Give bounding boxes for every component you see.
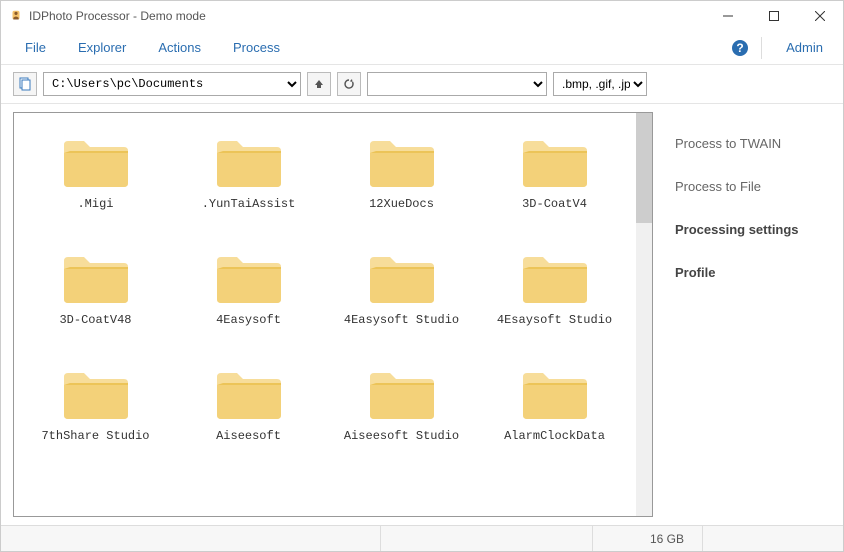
folder-item[interactable]: AlarmClockData — [483, 361, 626, 447]
folder-icon — [366, 249, 438, 307]
menu-process[interactable]: Process — [217, 32, 296, 63]
folder-icon — [213, 133, 285, 191]
folder-item[interactable]: 4Easysoft Studio — [330, 245, 473, 331]
menu-admin[interactable]: Admin — [774, 32, 835, 63]
maximize-button[interactable] — [751, 1, 797, 31]
documents-icon[interactable] — [13, 72, 37, 96]
window-title: IDPhoto Processor - Demo mode — [29, 9, 705, 23]
folder-label: Aiseesoft Studio — [344, 429, 459, 443]
folder-icon — [60, 365, 132, 423]
side-profile[interactable]: Profile — [669, 251, 831, 294]
toolbar: C:\Users\pc\Documents .bmp, .gif, .jpg — [1, 65, 843, 103]
titlebar: IDPhoto Processor - Demo mode — [1, 1, 843, 31]
folder-item[interactable]: 3D-CoatV48 — [24, 245, 167, 331]
folder-icon — [366, 133, 438, 191]
app-icon — [9, 9, 23, 23]
folder-icon — [213, 249, 285, 307]
status-segment-4 — [703, 526, 843, 551]
side-panel: Process to TWAIN Process to File Process… — [657, 104, 843, 525]
menu-explorer[interactable]: Explorer — [62, 32, 142, 63]
statusbar: 16 GB — [1, 525, 843, 551]
folder-label: AlarmClockData — [504, 429, 605, 443]
status-segment-2 — [381, 526, 593, 551]
folder-label: .YunTaiAssist — [202, 197, 296, 211]
divider — [761, 37, 762, 59]
folder-item[interactable]: 4Easysoft — [177, 245, 320, 331]
folder-icon — [213, 365, 285, 423]
side-processing-settings[interactable]: Processing settings — [669, 208, 831, 251]
folder-icon — [60, 133, 132, 191]
folder-label: 4Esaysoft Studio — [497, 313, 612, 327]
folder-item[interactable]: Aiseesoft — [177, 361, 320, 447]
svg-text:?: ? — [736, 41, 743, 55]
folder-label: 7thShare Studio — [41, 429, 149, 443]
explorer-panel: .Migi .YunTaiAssist 12XueDocs 3D-CoatV4 3D-C… — [13, 112, 653, 517]
help-icon[interactable]: ? — [731, 39, 749, 57]
up-button[interactable] — [307, 72, 331, 96]
folder-item[interactable]: Aiseesoft Studio — [330, 361, 473, 447]
folder-label: 3D-CoatV48 — [59, 313, 131, 327]
menubar: File Explorer Actions Process ? Admin — [1, 31, 843, 65]
folder-label: Aiseesoft — [216, 429, 281, 443]
minimize-button[interactable] — [705, 1, 751, 31]
folder-label: 12XueDocs — [369, 197, 434, 211]
folder-icon — [519, 133, 591, 191]
menu-actions[interactable]: Actions — [142, 32, 217, 63]
status-segment-1 — [1, 526, 381, 551]
menu-file[interactable]: File — [9, 32, 62, 63]
folder-label: 4Easysoft Studio — [344, 313, 459, 327]
folder-item[interactable]: 3D-CoatV4 — [483, 129, 626, 215]
folder-icon — [519, 249, 591, 307]
folder-icon — [519, 365, 591, 423]
folder-label: 3D-CoatV4 — [522, 197, 587, 211]
path-input[interactable]: C:\Users\pc\Documents — [43, 72, 301, 96]
folder-item[interactable]: .Migi — [24, 129, 167, 215]
refresh-button[interactable] — [337, 72, 361, 96]
status-disk: 16 GB — [593, 526, 703, 551]
folder-item[interactable]: 7thShare Studio — [24, 361, 167, 447]
folder-icon — [60, 249, 132, 307]
filter-combo[interactable]: .bmp, .gif, .jpg — [553, 72, 647, 96]
folder-item[interactable]: 12XueDocs — [330, 129, 473, 215]
folder-item[interactable]: 4Esaysoft Studio — [483, 245, 626, 331]
scrollbar-thumb[interactable] — [636, 113, 652, 223]
side-process-file[interactable]: Process to File — [669, 165, 831, 208]
folder-label: .Migi — [77, 197, 113, 211]
empty-combo[interactable] — [367, 72, 547, 96]
folder-label: 4Easysoft — [216, 313, 281, 327]
scrollbar[interactable] — [636, 113, 652, 516]
close-button[interactable] — [797, 1, 843, 31]
side-process-twain[interactable]: Process to TWAIN — [669, 122, 831, 165]
folder-icon — [366, 365, 438, 423]
folder-item[interactable]: .YunTaiAssist — [177, 129, 320, 215]
